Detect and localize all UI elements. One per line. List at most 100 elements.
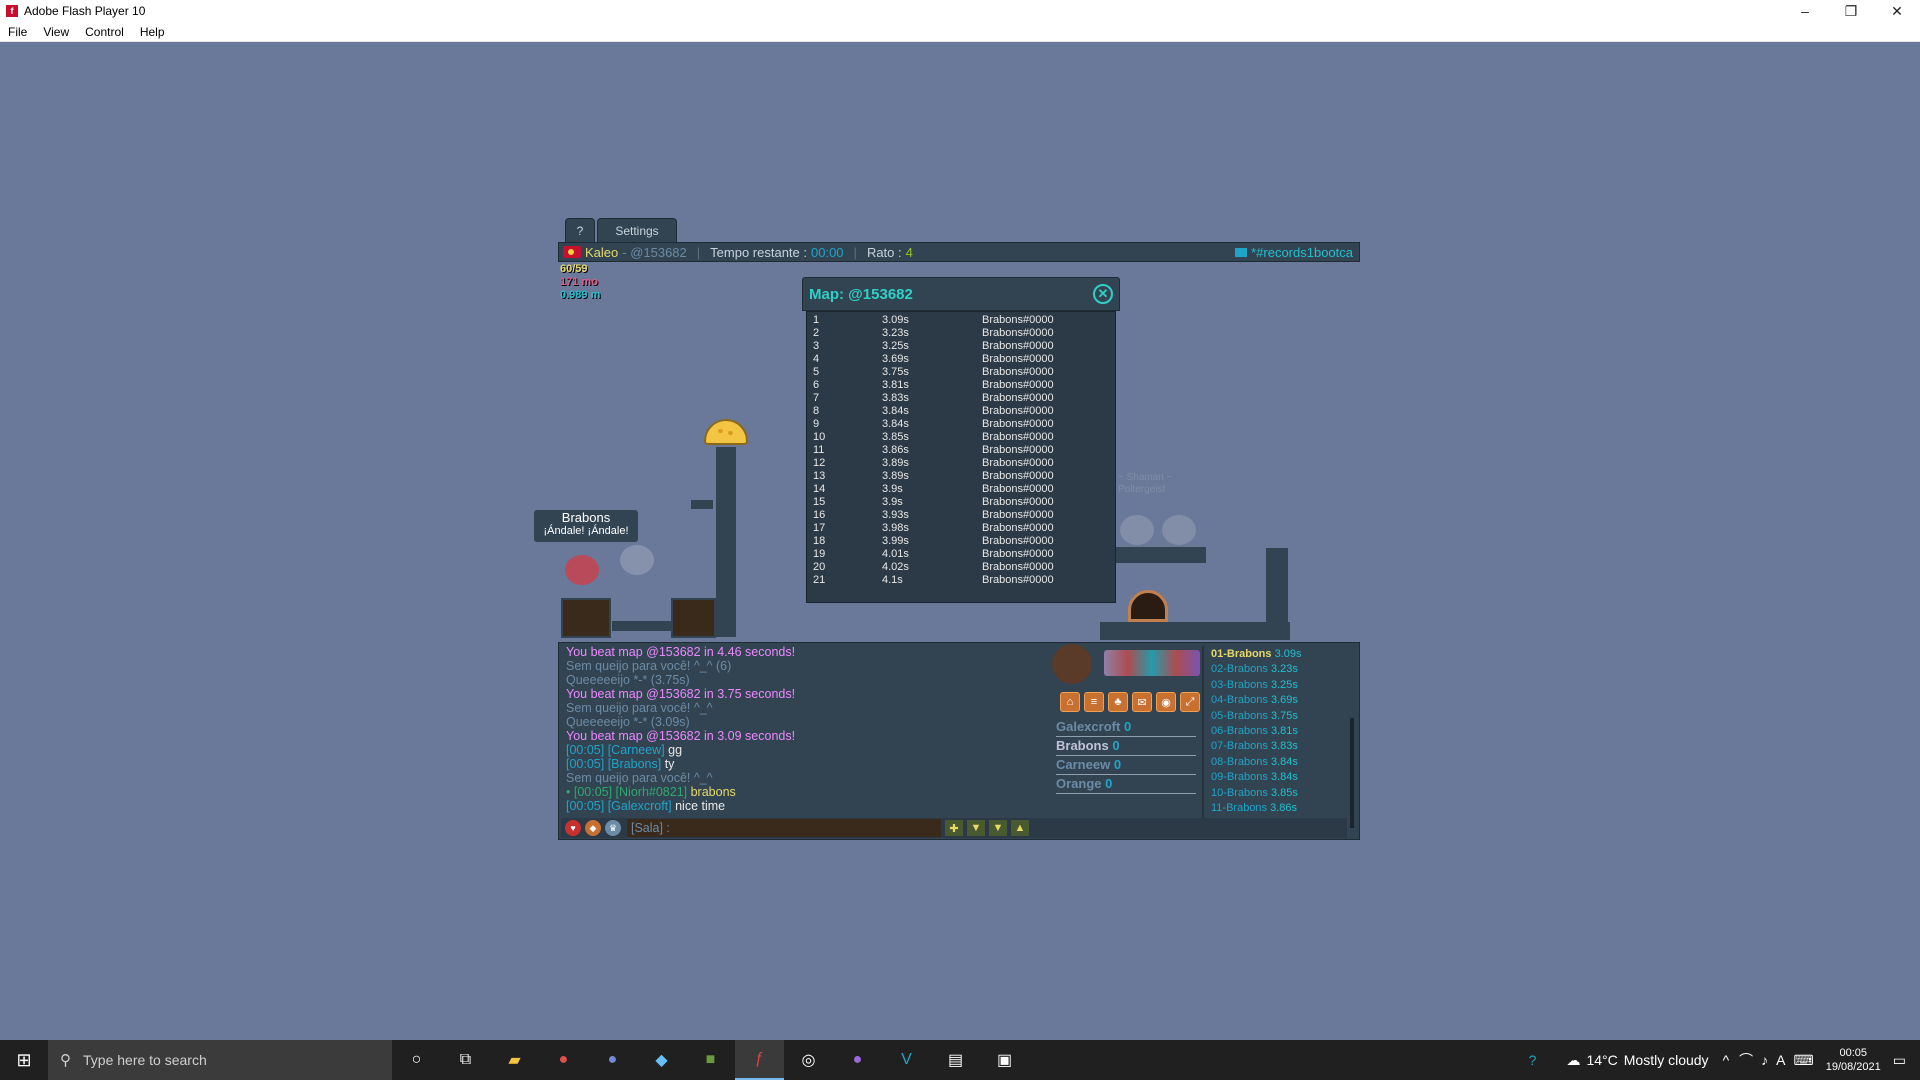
restore-button[interactable]: ❐ bbox=[1828, 0, 1874, 22]
menu-file[interactable]: File bbox=[0, 25, 35, 39]
chat-text: Queeeeeijo *-* (3.09s) bbox=[566, 715, 690, 729]
rank-scrollbar[interactable] bbox=[1350, 718, 1354, 828]
heart-icon[interactable]: ♥ bbox=[565, 820, 581, 836]
rank-name: 01-Brabons bbox=[1211, 648, 1272, 660]
record-time: 3.85s bbox=[882, 431, 909, 443]
map-record-row: 12 3.89s Brabons#0000 bbox=[807, 457, 1115, 470]
rank-row: 03-Brabons 3.25s bbox=[1211, 678, 1353, 693]
close-icon[interactable]: ✕ bbox=[1093, 284, 1113, 304]
notification-icon[interactable]: ▭ bbox=[1893, 1052, 1906, 1069]
record-rank: 3 bbox=[813, 340, 820, 352]
discord-icon[interactable]: ◉ bbox=[1156, 692, 1176, 712]
weather-desc[interactable]: Mostly cloudy bbox=[1624, 1052, 1709, 1068]
chat-body: gg bbox=[668, 743, 683, 757]
arrow-down2-icon[interactable]: ▼ bbox=[989, 820, 1007, 836]
task-view-icon[interactable]: ⧉ bbox=[441, 1040, 490, 1080]
record-rank: 4 bbox=[813, 353, 820, 365]
taskbar: ⊞ ⚲ Type here to search ○ ⧉ ▰ ● ● ◆ ■ ƒ … bbox=[0, 1040, 1920, 1080]
player-name[interactable]: Kaleo bbox=[585, 245, 618, 260]
score-row[interactable]: Galexcroft 0 bbox=[1056, 718, 1196, 737]
windows-start-icon[interactable]: ⊞ bbox=[0, 1040, 48, 1080]
rank-name: 07-Brabons bbox=[1211, 740, 1268, 753]
help-tab[interactable]: ? bbox=[565, 218, 595, 242]
input-indicator-icon[interactable]: A bbox=[1776, 1052, 1785, 1068]
cortana-icon[interactable]: ○ bbox=[392, 1040, 441, 1080]
map-record-row: 20 4.02s Brabons#0000 bbox=[807, 561, 1115, 574]
rank-time: 3.85s bbox=[1270, 786, 1298, 799]
minecraft-icon[interactable]: ■ bbox=[686, 1040, 735, 1080]
record-time: 3.23s bbox=[882, 327, 909, 339]
score-row[interactable]: Brabons 0 bbox=[1056, 737, 1196, 756]
arrow-up-icon[interactable]: ▲ bbox=[1011, 820, 1029, 836]
crown-icon[interactable]: ♛ bbox=[605, 820, 621, 836]
chat-log: You beat map @153682 in 4.46 seconds! Sem… bbox=[566, 645, 1046, 813]
chat-icon[interactable]: ✉ bbox=[1132, 692, 1152, 712]
map-record-row: 16 3.93s Brabons#0000 bbox=[807, 509, 1115, 522]
room-icon bbox=[1235, 247, 1248, 257]
obs-icon[interactable]: ◎ bbox=[784, 1040, 833, 1080]
list-icon[interactable]: ≡ bbox=[1084, 692, 1104, 712]
chat-text: Sem queijo para você! ^_^ bbox=[566, 771, 713, 785]
map-record-row: 8 3.84s Brabons#0000 bbox=[807, 405, 1115, 418]
volume-icon[interactable]: ♪ bbox=[1761, 1052, 1768, 1068]
taskbar-search[interactable]: ⚲ Type here to search bbox=[48, 1040, 392, 1080]
map-record-row: 7 3.83s Brabons#0000 bbox=[807, 392, 1115, 405]
system-tray: ? ☁ 14°C Mostly cloudy ^ ⌒ ♪ A ⌨ 00:05 1… bbox=[1529, 1040, 1920, 1080]
menu-control[interactable]: Control bbox=[77, 25, 132, 39]
rank-row: 04-Brabons 3.69s bbox=[1211, 693, 1353, 708]
record-time: 3.84s bbox=[882, 405, 909, 417]
stat-3: 0.989 m bbox=[560, 289, 601, 301]
game-icon[interactable]: ▣ bbox=[980, 1040, 1029, 1080]
arrow-down-icon[interactable]: ▼ bbox=[967, 820, 985, 836]
title-bar: f Adobe Flash Player 10 – ❐ ✕ bbox=[0, 0, 1920, 22]
chat-message: • [00:05] [Niorh#0821] brabons bbox=[566, 785, 1046, 799]
discord-icon[interactable]: ● bbox=[588, 1040, 637, 1080]
rank-time: 3.84s bbox=[1270, 755, 1298, 768]
network-icon[interactable]: ⌒ bbox=[1739, 1050, 1753, 1070]
keyboard-icon[interactable]: ⌨ bbox=[1793, 1052, 1813, 1069]
help-icon[interactable]: ? bbox=[1529, 1052, 1537, 1068]
floor bbox=[1100, 622, 1290, 640]
record-rank: 12 bbox=[813, 457, 826, 469]
map-code[interactable]: - @153682 bbox=[622, 245, 687, 260]
clock[interactable]: 00:05 19/08/2021 bbox=[1826, 1046, 1881, 1074]
menu-help[interactable]: Help bbox=[132, 25, 173, 39]
weather-temp[interactable]: 14°C bbox=[1586, 1052, 1617, 1068]
score-row[interactable]: Carneew 0 bbox=[1056, 756, 1196, 775]
rank-time: 3.23s bbox=[1270, 663, 1298, 676]
map-record-row: 5 3.75s Brabons#0000 bbox=[807, 366, 1115, 379]
weather-icon[interactable]: ☁ bbox=[1566, 1052, 1580, 1069]
record-player: Brabons#0000 bbox=[982, 535, 1054, 547]
minimize-button[interactable]: – bbox=[1782, 0, 1828, 22]
score-value: 0 bbox=[1112, 738, 1120, 753]
score-row[interactable]: Orange 0 bbox=[1056, 775, 1196, 794]
steam-icon[interactable]: ◆ bbox=[637, 1040, 686, 1080]
chat-message: You beat map @153682 in 4.46 seconds! bbox=[566, 645, 1046, 659]
avatar[interactable] bbox=[1052, 644, 1092, 684]
player-nameplate: Brabons ¡Ándale! ¡Ándale! bbox=[534, 510, 638, 542]
notepad-icon[interactable]: ▤ bbox=[931, 1040, 980, 1080]
close-button[interactable]: ✕ bbox=[1874, 0, 1920, 22]
chat-input[interactable]: [Sala] : bbox=[627, 819, 941, 837]
player-stats: 60/59 171 mo 0.989 m bbox=[560, 263, 600, 302]
score-name: Carneew bbox=[1056, 757, 1111, 772]
chevron-up-icon[interactable]: ^ bbox=[1723, 1052, 1730, 1068]
room-name[interactable]: *#records1bootca bbox=[1235, 245, 1353, 260]
visual-icon[interactable]: V bbox=[882, 1040, 931, 1080]
record-rank: 8 bbox=[813, 405, 820, 417]
menu-view[interactable]: View bbox=[35, 25, 77, 39]
flash-player-icon[interactable]: ƒ bbox=[735, 1040, 784, 1080]
map-record-row: 2 3.23s Brabons#0000 bbox=[807, 327, 1115, 340]
file-explorer-icon[interactable]: ▰ bbox=[490, 1040, 539, 1080]
chat-message: [00:05] [Carneew] gg bbox=[566, 743, 1046, 757]
chrome-icon[interactable]: ● bbox=[539, 1040, 588, 1080]
arrow-plus-icon[interactable]: ✚ bbox=[945, 820, 963, 836]
shop-icon[interactable]: ⌂ bbox=[1060, 692, 1080, 712]
tribe-icon[interactable]: ♣ bbox=[1108, 692, 1128, 712]
clock-time: 00:05 bbox=[1839, 1047, 1867, 1059]
app-icon[interactable]: ● bbox=[833, 1040, 882, 1080]
platform bbox=[1116, 547, 1206, 563]
shield-icon[interactable]: ◆ bbox=[585, 820, 601, 836]
fullscreen-icon[interactable]: ⤢ bbox=[1180, 692, 1200, 712]
settings-tab[interactable]: Settings bbox=[597, 218, 677, 242]
